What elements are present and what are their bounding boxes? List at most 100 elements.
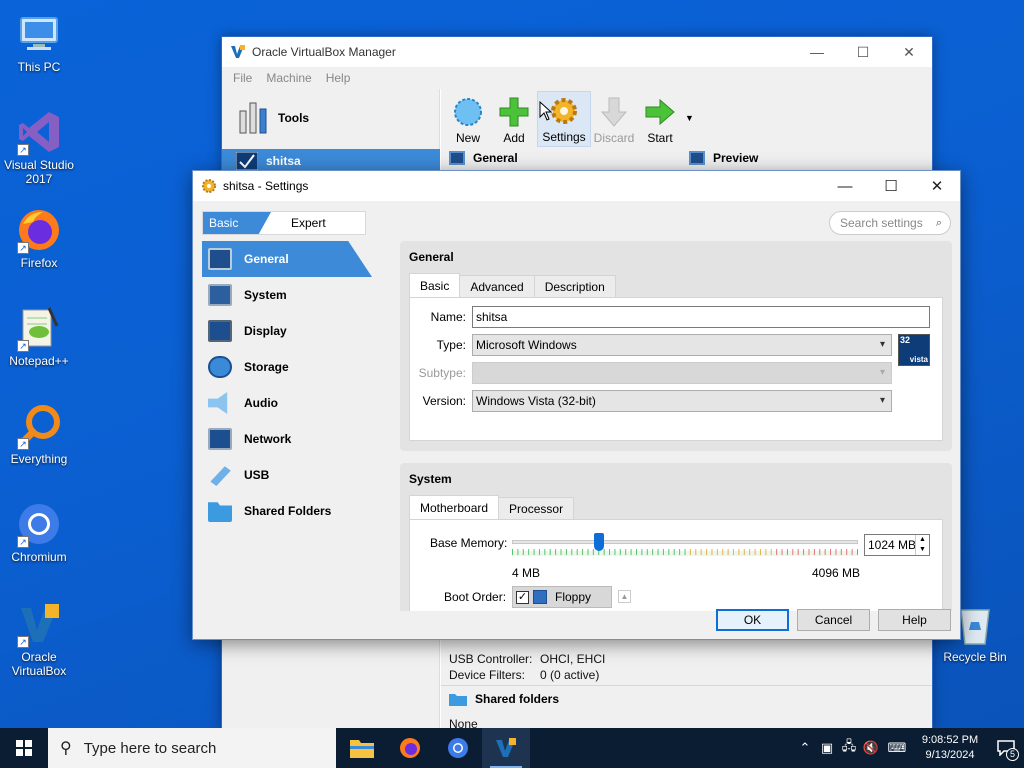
discard-label: Discard <box>593 131 635 145</box>
chevron-down-icon: ▾ <box>879 395 885 406</box>
boot-order-list[interactable]: ✓ Floppy <box>512 586 612 608</box>
chevron-up-icon[interactable]: ⌃ <box>794 740 816 756</box>
settings-search-input[interactable]: Search settings ⌕ <box>829 211 951 235</box>
taskbar-firefox[interactable] <box>386 728 434 768</box>
tools-item[interactable]: Tools <box>222 89 439 147</box>
dialog-maximize-button[interactable]: ☐ <box>868 171 914 201</box>
tab-processor[interactable]: Processor <box>498 497 575 519</box>
help-button[interactable]: Help <box>878 609 951 631</box>
search-placeholder: Search settings <box>840 216 923 230</box>
type-select[interactable]: Microsoft Windows ▾ <box>472 334 892 356</box>
tab-motherboard[interactable]: Motherboard <box>409 495 500 519</box>
dialog-minimize-button[interactable]: — <box>822 171 868 201</box>
desktop-icon-chromium[interactable]: ↗ Chromium <box>1 500 77 564</box>
memory-min-label: 4 MB <box>512 566 541 580</box>
desktop-icon-label: Everything <box>10 452 68 466</box>
base-memory-slider-track[interactable] <box>512 540 858 544</box>
nav-item-audio[interactable]: Audio <box>202 385 372 421</box>
checkbox-checked-icon[interactable]: ✓ <box>516 590 529 604</box>
keyboard-icon[interactable]: ⌨ <box>882 740 912 756</box>
device-filters-label: Device Filters: <box>449 668 526 682</box>
shortcut-arrow-icon: ↗ <box>17 242 29 254</box>
nav-item-display[interactable]: Display <box>202 313 372 349</box>
windows-logo-icon <box>16 740 32 756</box>
action-center-button[interactable]: 5 <box>988 728 1024 768</box>
general-group: General Basic Advanced Description Name:… <box>400 241 952 451</box>
mode-expert-button[interactable]: Expert <box>271 212 365 234</box>
add-button[interactable]: Add <box>491 91 537 147</box>
add-label: Add <box>503 131 525 145</box>
nav-item-system[interactable]: System <box>202 277 372 313</box>
taskbar-chromium[interactable] <box>434 728 482 768</box>
boot-order-label: Boot Order: <box>444 590 507 604</box>
desktop-icon-label: Recycle Bin <box>943 650 1007 664</box>
cancel-button[interactable]: Cancel <box>797 609 870 631</box>
start-button[interactable] <box>0 728 48 768</box>
add-icon <box>499 97 529 127</box>
mode-basic-button[interactable]: Basic <box>203 212 271 234</box>
maximize-button[interactable]: ☐ <box>840 37 886 67</box>
close-button[interactable]: ✕ <box>886 37 932 67</box>
base-memory-slider-thumb[interactable] <box>593 533 604 551</box>
version-select[interactable]: Windows Vista (32-bit) ▾ <box>472 390 892 412</box>
nav-item-storage[interactable]: Storage <box>202 349 372 385</box>
dialog-close-button[interactable]: ✕ <box>914 171 960 201</box>
desktop-icon-firefox[interactable]: ↗ Firefox <box>1 206 77 270</box>
firefox-icon <box>400 738 420 758</box>
desktop-icon-virtualbox[interactable]: ↗ Oracle VirtualBox <box>1 600 77 678</box>
menu-file[interactable]: File <box>226 71 259 85</box>
boot-item-floppy: Floppy <box>555 590 592 604</box>
motherboard-page: Base Memory: 1024 MB ▲ ▼ 4 MB 4096 MB Boo… <box>409 519 943 611</box>
version-row: Version: Windows Vista (32-bit) ▾ <box>410 390 892 412</box>
ok-button[interactable]: OK <box>716 609 789 631</box>
volume-muted-icon[interactable]: 🔇 <box>860 740 882 756</box>
desktop-icon-label: Oracle VirtualBox <box>11 650 67 678</box>
tab-description[interactable]: Description <box>533 275 616 297</box>
start-button[interactable]: Start <box>637 91 683 147</box>
move-up-icon[interactable]: ▲ <box>618 590 631 603</box>
nav-item-usb[interactable]: USB <box>202 457 372 493</box>
desktop-icon-everything[interactable]: ↗ Everything <box>1 402 77 466</box>
menu-help[interactable]: Help <box>319 71 358 85</box>
discard-button[interactable]: Discard <box>591 91 637 147</box>
minimize-button[interactable]: — <box>794 37 840 67</box>
os-badge-bits: 32 <box>900 335 911 345</box>
floppy-icon <box>533 590 547 604</box>
name-input[interactable]: shitsa <box>472 306 930 328</box>
subtype-select[interactable]: ▾ <box>472 362 892 384</box>
start-dropdown-icon[interactable]: ▼ <box>685 113 694 123</box>
notification-count: 5 <box>1006 748 1019 761</box>
base-memory-value: 1024 MB <box>868 538 917 552</box>
dialog-titlebar[interactable]: shitsa - Settings — ☐ ✕ <box>193 171 960 201</box>
spin-arrows-icon[interactable]: ▲ ▼ <box>915 535 929 555</box>
tab-advanced[interactable]: Advanced <box>459 275 535 297</box>
desktop-icon-visual-studio[interactable]: ↗ Visual Studio 2017 <box>1 108 77 186</box>
taskbar-virtualbox[interactable] <box>482 728 530 768</box>
base-memory-spinbox[interactable]: 1024 MB ▲ ▼ <box>864 534 930 556</box>
taskbar-clock[interactable]: 9:08:52 PM 9/13/2024 <box>912 733 988 763</box>
taskbar-search-input[interactable]: ⚲ Type here to search <box>48 728 336 768</box>
dialog-title: shitsa - Settings <box>223 179 309 193</box>
version-value: Windows Vista (32-bit) <box>476 394 596 408</box>
network-icon[interactable]: 🖧 <box>838 737 860 759</box>
nav-label: General <box>244 252 289 266</box>
nav-item-network[interactable]: Network <box>202 421 372 457</box>
nav-item-general[interactable]: General <box>202 241 372 277</box>
manager-titlebar[interactable]: Oracle VirtualBox Manager — ☐ ✕ <box>222 37 932 67</box>
desktop-icon-notepadpp[interactable]: ↗ Notepad++ <box>1 304 77 368</box>
display-icon <box>208 320 232 342</box>
nav-item-shared-folders[interactable]: Shared Folders <box>202 493 372 529</box>
virtualbox-tray-icon[interactable]: ▣ <box>816 740 838 756</box>
preview-section-header: Preview <box>689 148 758 168</box>
dialog-body: Basic Expert Search settings ⌕ General S… <box>193 201 960 639</box>
clock-date: 9/13/2024 <box>925 749 975 761</box>
taskbar-file-explorer[interactable] <box>338 728 386 768</box>
network-icon <box>208 428 232 450</box>
desktop-icon-this-pc[interactable]: This PC <box>1 10 77 74</box>
virtualbox-icon <box>496 738 516 757</box>
new-button[interactable]: New <box>445 91 491 147</box>
os-badge-text: vista <box>909 355 928 364</box>
nav-label: Audio <box>244 396 278 410</box>
tab-basic[interactable]: Basic <box>409 273 461 297</box>
menu-machine[interactable]: Machine <box>259 71 318 85</box>
